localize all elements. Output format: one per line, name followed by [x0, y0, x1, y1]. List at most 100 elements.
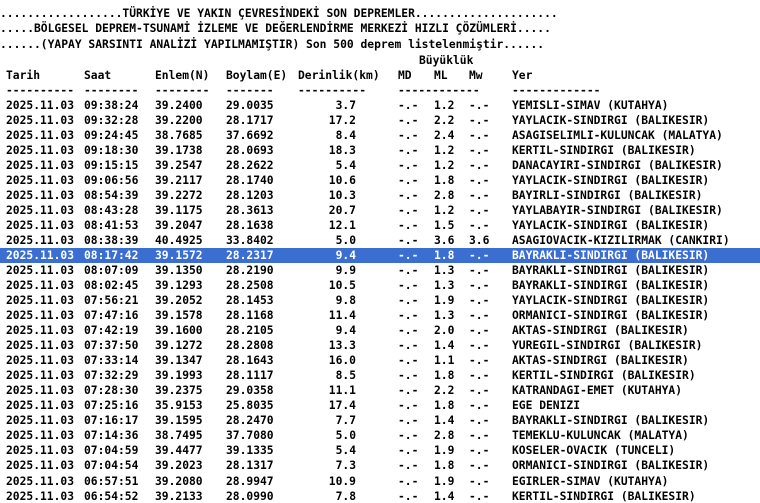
earthquake-row[interactable]: 2025.11.03 07:56:21 39.2052 28.1453 9.8 -.- 1.… [0, 293, 760, 308]
cell-md: -.- [398, 309, 419, 323]
earthquake-row[interactable]: 2025.11.03 08:41:53 39.2047 28.1638 12.1 -.- 1… [0, 218, 760, 233]
earthquake-row[interactable]: 2025.11.03 09:06:56 39.2117 28.1740 10.6 -.- 1… [0, 173, 760, 188]
cell-md: -.- [398, 264, 419, 278]
cell-ml: 1.8 [434, 369, 455, 383]
cell-derinlik: 5.0 [335, 429, 356, 443]
cell-derinlik: 8.5 [335, 369, 356, 383]
earthquake-row[interactable]: 2025.11.03 07:14:36 38.7495 37.7080 5.0 -.- 2.… [0, 428, 760, 443]
cell-md: -.- [398, 294, 419, 308]
cell-yer: KERTIL-SINDIRGI (BALIKESIR) [512, 144, 696, 158]
cell-saat: 09:06:56 [84, 174, 139, 188]
earthquake-row[interactable]: 2025.11.03 07:25:16 35.9153 25.8035 17.4 -.- 1… [0, 398, 760, 413]
col-header-yer: Yer [512, 69, 533, 82]
earthquake-row[interactable]: 2025.11.03 07:37:50 39.1272 28.2808 13.3 -.- 1… [0, 338, 760, 353]
cell-tarih: 2025.11.03 [6, 99, 75, 112]
earthquake-row[interactable]: 2025.11.03 09:38:24 39.2400 29.0035 3.7 -.- 1.… [0, 98, 760, 113]
cell-tarih: 2025.11.03 [6, 279, 75, 293]
earthquake-row[interactable]: 2025.11.03 08:54:39 39.2272 28.1203 10.3 -.- 2… [0, 188, 760, 203]
cell-saat: 07:56:21 [84, 294, 139, 308]
cell-ml: 1.9 [434, 294, 455, 308]
cell-derinlik: 8.4 [335, 129, 356, 143]
earthquake-row[interactable]: 2025.11.03 07:33:14 39.1347 28.1643 16.0 -.- 1… [0, 353, 760, 368]
earthquake-row[interactable]: 2025.11.03 09:18:30 39.1738 28.0693 18.3 -.- 1… [0, 143, 760, 158]
earthquake-row[interactable]: 2025.11.03 07:16:17 39.1595 28.2470 7.7 -.- 1.… [0, 413, 760, 428]
earthquake-row[interactable]: 2025.11.03 09:15:15 39.2547 28.2622 5.4 -.- 1.… [0, 158, 760, 173]
cell-tarih: 2025.11.03 [6, 489, 75, 503]
cell-enlem: 39.2272 [155, 189, 203, 203]
cell-boylam: 28.2190 [226, 264, 274, 278]
cell-derinlik: 5.4 [335, 444, 356, 458]
cell-saat: 09:38:24 [84, 99, 139, 112]
earthquake-row[interactable]: 2025.11.03 07:47:16 39.1578 28.1168 11.4 -.- 1… [0, 308, 760, 323]
cell-tarih: 2025.11.03 [6, 339, 75, 353]
header-subtitle-line: .....BÖLGESEL DEPREM-TSUNAMİ İZLEME VE D… [0, 22, 551, 35]
cell-enlem: 39.1293 [155, 279, 203, 293]
cell-derinlik: 11.1 [328, 384, 356, 398]
earthquake-row[interactable]: 2025.11.03 07:04:54 39.2023 28.1317 7.3 -.- 1.… [0, 458, 760, 473]
cell-saat: 09:24:45 [84, 129, 139, 143]
cell-boylam: 28.0693 [226, 144, 274, 158]
cell-md: -.- [398, 129, 419, 143]
cell-tarih: 2025.11.03 [6, 159, 75, 173]
cell-saat: 07:42:19 [84, 324, 139, 338]
earthquake-row[interactable]: 2025.11.03 08:07:09 39.1350 28.2190 9.9 -.- 1.… [0, 263, 760, 278]
earthquake-row[interactable]: 2025.11.03 07:04:59 39.4477 39.1335 5.4 -.- 1.… [0, 443, 760, 458]
cell-yer: KERTIL-SINDIRGI (BALIKESIR) [512, 489, 696, 503]
cell-derinlik: 11.4 [328, 309, 356, 323]
cell-mw: -.- [469, 384, 490, 398]
cell-boylam: 33.8402 [226, 234, 274, 248]
cell-ml: 1.1 [434, 354, 455, 368]
cell-enlem: 39.2133 [155, 489, 203, 503]
col-header-boylam: Boylam(E) [226, 69, 288, 82]
cell-mw: -.- [469, 99, 490, 112]
cell-mw: -.- [469, 399, 490, 413]
cell-enlem: 39.1993 [155, 369, 203, 383]
earthquake-row[interactable]: 2025.11.03 09:24:45 38.7685 37.6692 8.4 -.- 2.… [0, 128, 760, 143]
cell-tarih: 2025.11.03 [6, 309, 75, 323]
cell-ml: 2.8 [434, 429, 455, 443]
cell-enlem: 39.2375 [155, 384, 203, 398]
cell-yer: YAYLACIK-SINDIRGI (BALIKESIR) [512, 114, 710, 128]
cell-ml: 1.9 [434, 474, 455, 488]
cell-mw: -.- [469, 249, 490, 263]
cell-mw: -.- [469, 459, 490, 473]
separator-magnitudes: ------------ [398, 84, 480, 97]
earthquake-row[interactable]: 2025.11.03 07:42:19 39.1600 28.2105 9.4 -.- 2.… [0, 323, 760, 338]
cell-saat: 08:17:42 [84, 249, 139, 263]
cell-yer: YEMISLI-SIMAV (KUTAHYA) [512, 99, 669, 112]
cell-yer: TEMEKLU-KULUNCAK (MALATYA) [512, 429, 689, 443]
earthquake-row[interactable]: 2025.11.03 07:32:29 39.1993 28.1117 8.5 -.- 1.… [0, 368, 760, 383]
cell-md: -.- [398, 159, 419, 173]
magnitude-group-label: Büyüklük [419, 54, 474, 67]
cell-boylam: 28.1203 [226, 189, 274, 203]
cell-mw: -.- [469, 444, 490, 458]
cell-ml: 2.4 [434, 129, 455, 143]
cell-saat: 08:54:39 [84, 189, 139, 203]
separator-saat: -------- [84, 84, 139, 97]
cell-mw: -.- [469, 354, 490, 368]
earthquake-row[interactable]: 2025.11.03 06:57:51 39.2080 28.9947 10.9 -.- 1… [0, 474, 760, 489]
cell-enlem: 39.1347 [155, 354, 203, 368]
earthquake-row[interactable]: 2025.11.03 08:17:42 39.1572 28.2317 9.4 -.- 1.… [0, 248, 760, 264]
earthquake-row[interactable]: 2025.11.03 06:54:52 39.2133 28.0990 7.8 -.- 1.… [0, 489, 760, 503]
cell-md: -.- [398, 459, 419, 473]
cell-derinlik: 9.4 [335, 249, 356, 263]
cell-yer: BAYRAKLI-SINDIRGI (BALIKESIR) [512, 279, 710, 293]
cell-md: -.- [398, 324, 419, 338]
cell-tarih: 2025.11.03 [6, 324, 75, 338]
cell-ml: 1.9 [434, 444, 455, 458]
cell-md: -.- [398, 414, 419, 428]
cell-boylam: 28.1317 [226, 459, 274, 473]
cell-enlem: 40.4925 [155, 234, 203, 248]
earthquake-row[interactable]: 2025.11.03 08:43:28 39.1175 28.3613 20.7 -.- 1… [0, 203, 760, 218]
cell-enlem: 39.2023 [155, 459, 203, 473]
cell-tarih: 2025.11.03 [6, 249, 75, 263]
earthquake-row[interactable]: 2025.11.03 08:38:39 40.4925 33.8402 5.0 -.- 3.… [0, 233, 760, 248]
earthquake-row[interactable]: 2025.11.03 08:02:45 39.1293 28.2508 10.5 -.- 1… [0, 278, 760, 293]
cell-enlem: 39.1572 [155, 249, 203, 263]
cell-ml: 1.4 [434, 339, 455, 353]
earthquake-row[interactable]: 2025.11.03 07:28:30 39.2375 29.0358 11.1 -.- 2… [0, 383, 760, 398]
col-header-mw: Mw [469, 69, 483, 82]
earthquake-row[interactable]: 2025.11.03 09:32:28 39.2200 28.1717 17.2 -.- 2… [0, 113, 760, 128]
cell-saat: 07:32:29 [84, 369, 139, 383]
